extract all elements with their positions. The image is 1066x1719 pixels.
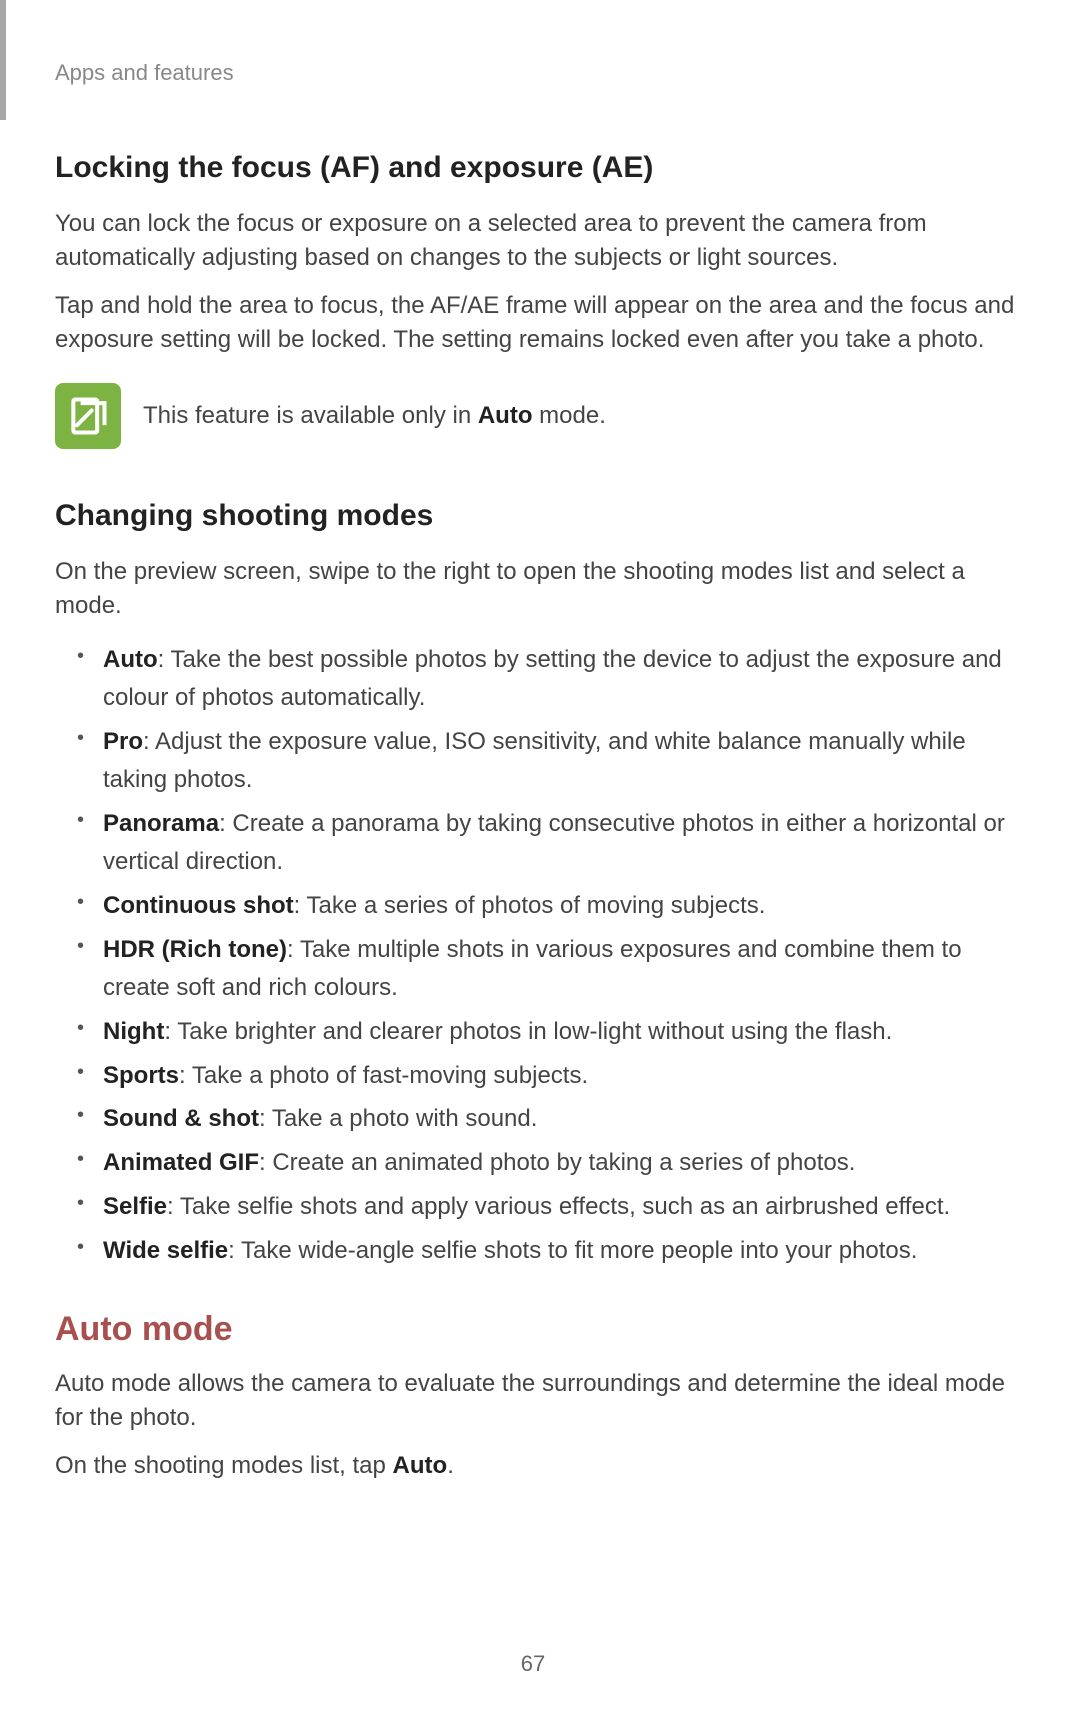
list-item: Pro: Adjust the exposure value, ISO sens…: [55, 723, 1016, 799]
mode-desc: : Take a series of photos of moving subj…: [294, 892, 766, 919]
mode-label: Animated GIF: [103, 1149, 259, 1176]
page-content: Apps and features Locking the focus (AF)…: [0, 0, 1066, 1719]
list-item: HDR (Rich tone): Take multiple shots in …: [55, 931, 1016, 1007]
note-bold: Auto: [478, 402, 533, 429]
heading-lock-focus: Locking the focus (AF) and exposure (AE): [55, 151, 1016, 185]
mode-desc: : Take selfie shots and apply various ef…: [167, 1193, 950, 1220]
mode-desc: : Take wide-angle selfie shots to fit mo…: [228, 1237, 917, 1264]
mode-label: Auto: [103, 646, 158, 673]
page-number: 67: [0, 1651, 1066, 1677]
mode-label: Wide selfie: [103, 1237, 228, 1264]
modes-intro: On the preview screen, swipe to the righ…: [55, 555, 1016, 623]
mode-label: Night: [103, 1018, 164, 1045]
mode-desc: : Take a photo with sound.: [259, 1105, 537, 1132]
mode-label: Sports: [103, 1062, 179, 1089]
modes-list: Auto: Take the best possible photos by s…: [55, 641, 1016, 1270]
mode-desc: : Take a photo of fast-moving subjects.: [179, 1062, 588, 1089]
mode-label: Sound & shot: [103, 1105, 259, 1132]
mode-label: Continuous shot: [103, 892, 294, 919]
mode-label: Selfie: [103, 1193, 167, 1220]
heading-auto-mode: Auto mode: [55, 1310, 1016, 1349]
auto-p2-prefix: On the shooting modes list, tap: [55, 1452, 393, 1479]
list-item: Night: Take brighter and clearer photos …: [55, 1013, 1016, 1051]
list-item: Continuous shot: Take a series of photos…: [55, 887, 1016, 925]
mode-label: Pro: [103, 728, 143, 755]
mode-label: Panorama: [103, 810, 219, 837]
auto-paragraph-2: On the shooting modes list, tap Auto.: [55, 1449, 1016, 1483]
mode-desc: : Take the best possible photos by setti…: [103, 646, 1002, 711]
mode-label: HDR (Rich tone): [103, 936, 287, 963]
mode-desc: : Adjust the exposure value, ISO sensiti…: [103, 728, 966, 793]
list-item: Wide selfie: Take wide-angle selfie shot…: [55, 1232, 1016, 1270]
section-header-label: Apps and features: [55, 60, 1016, 86]
lock-paragraph-1: You can lock the focus or exposure on a …: [55, 207, 1016, 275]
list-item: Animated GIF: Create an animated photo b…: [55, 1144, 1016, 1182]
auto-p2-bold: Auto: [393, 1452, 448, 1479]
note-callout: This feature is available only in Auto m…: [55, 383, 1016, 449]
list-item: Sports: Take a photo of fast-moving subj…: [55, 1057, 1016, 1095]
auto-paragraph-1: Auto mode allows the camera to evaluate …: [55, 1367, 1016, 1435]
list-item: Selfie: Take selfie shots and apply vari…: [55, 1188, 1016, 1226]
list-item: Panorama: Create a panorama by taking co…: [55, 805, 1016, 881]
note-icon: [55, 383, 121, 449]
note-prefix: This feature is available only in: [143, 402, 478, 429]
mode-desc: : Create an animated photo by taking a s…: [259, 1149, 855, 1176]
list-item: Sound & shot: Take a photo with sound.: [55, 1100, 1016, 1138]
lock-paragraph-2: Tap and hold the area to focus, the AF/A…: [55, 289, 1016, 357]
note-text: This feature is available only in Auto m…: [143, 402, 606, 430]
mode-desc: : Take brighter and clearer photos in lo…: [164, 1018, 892, 1045]
heading-changing-modes: Changing shooting modes: [55, 499, 1016, 533]
mode-desc: : Create a panorama by taking consecutiv…: [103, 810, 1005, 875]
note-suffix: mode.: [533, 402, 606, 429]
list-item: Auto: Take the best possible photos by s…: [55, 641, 1016, 717]
auto-p2-suffix: .: [447, 1452, 454, 1479]
